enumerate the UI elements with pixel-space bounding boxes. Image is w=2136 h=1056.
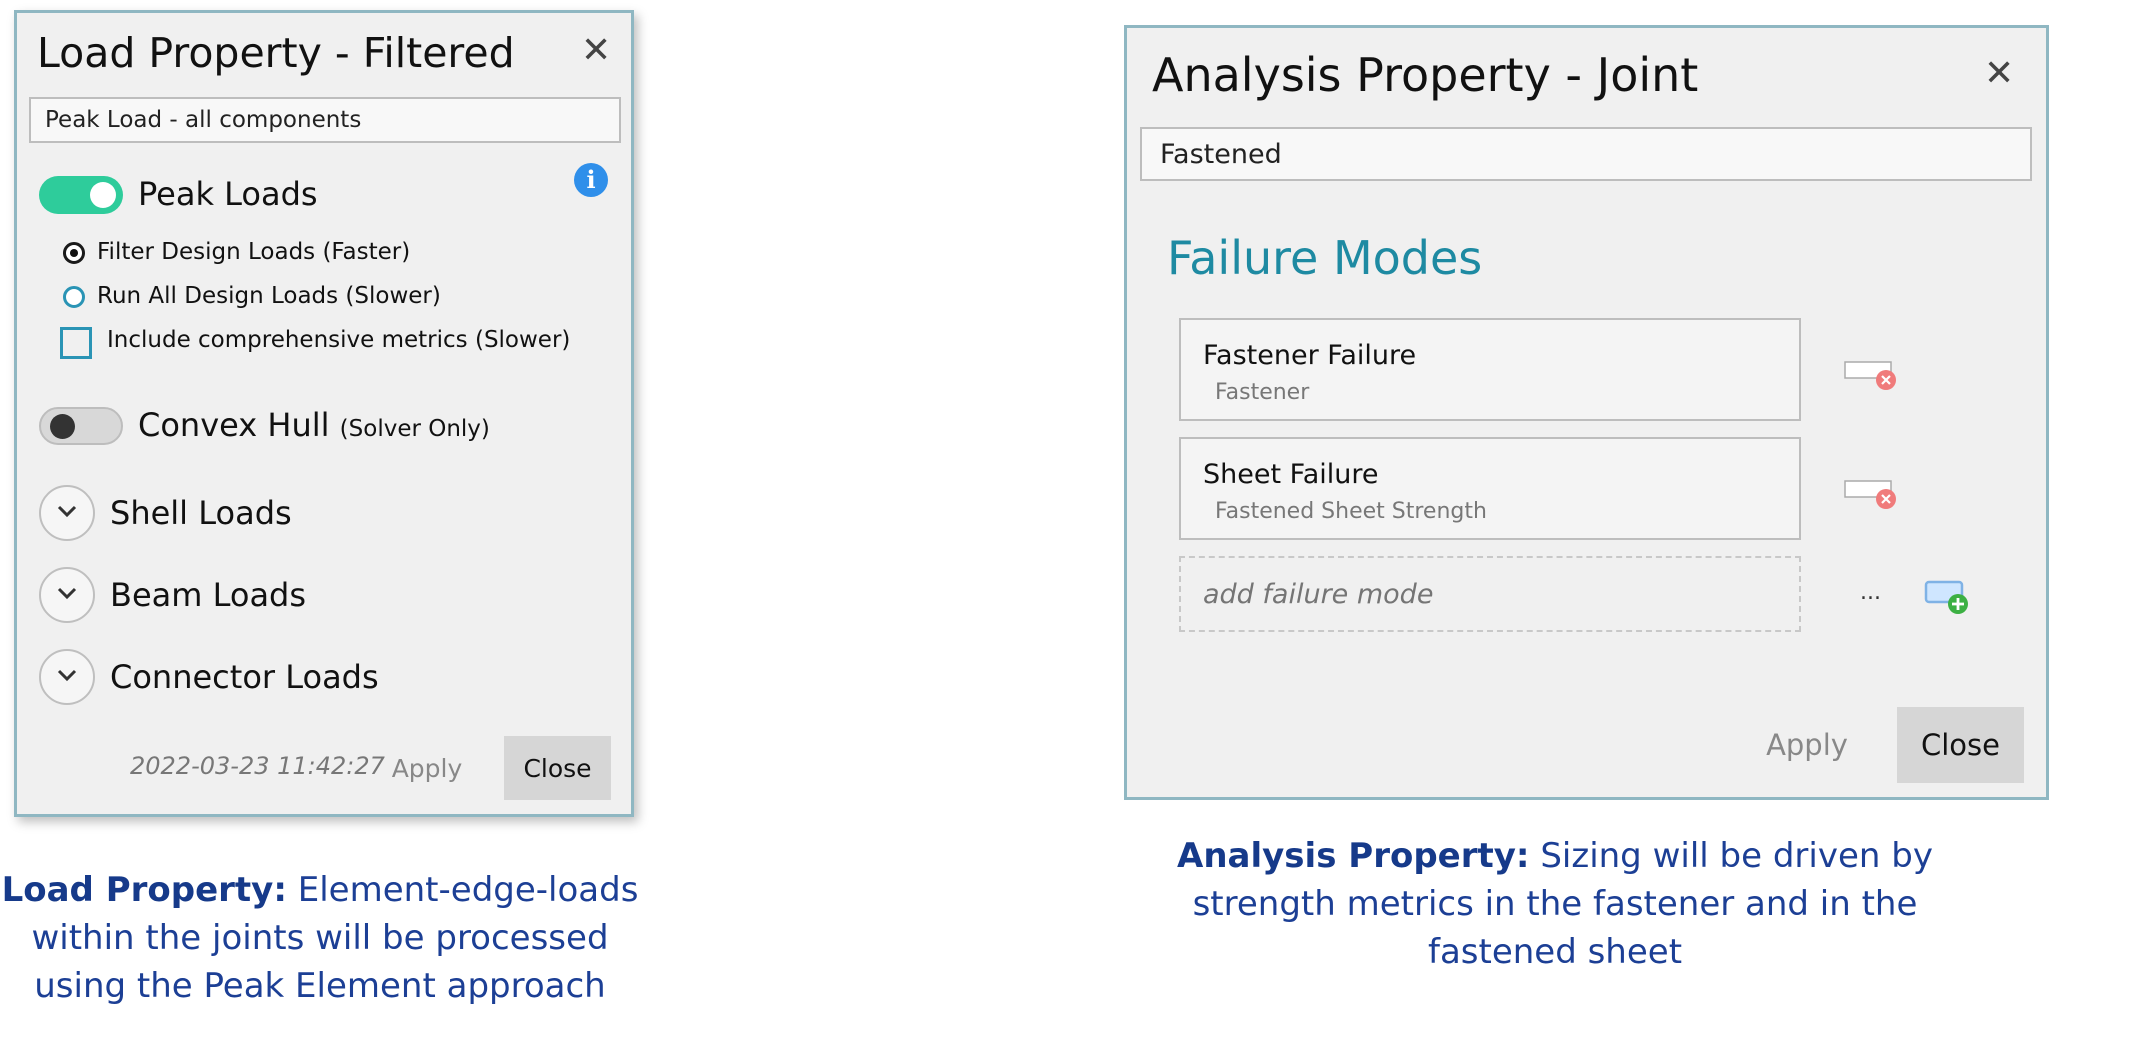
last-modified-timestamp: 2022-03-23 11:42:27 — [130, 752, 385, 780]
convex-hull-note: (Solver Only) — [339, 416, 490, 442]
shell-loads-expander[interactable] — [39, 485, 95, 541]
analysis-property-caption: Analysis Property: Sizing will be driven… — [1140, 832, 1970, 976]
peak-loads-toggle[interactable] — [39, 176, 123, 214]
peak-loads-label: Peak Loads — [138, 175, 318, 213]
failure-mode-name: Fastener Failure — [1203, 340, 1417, 371]
failure-mode-detail: Fastener — [1215, 380, 1310, 405]
close-button[interactable]: Close — [1897, 707, 2024, 783]
convex-hull-label: Convex Hull (Solver Only) — [138, 406, 490, 444]
section-label-beam-loads: Beam Loads — [110, 576, 307, 614]
remove-failure-mode-icon[interactable] — [1843, 358, 1899, 392]
load-property-dialog: Load Property - Filtered ✕ Peak Loads i … — [14, 10, 634, 817]
load-property-caption: Load Property: Element-edge-loads within… — [0, 866, 640, 1010]
browse-ellipsis-button[interactable]: ... — [1860, 580, 1881, 605]
add-failure-mode-icon[interactable] — [1923, 578, 1971, 616]
failure-mode-detail: Fastened Sheet Strength — [1215, 499, 1487, 524]
beam-loads-expander[interactable] — [39, 567, 95, 623]
dialog-title: Load Property - Filtered — [37, 29, 515, 77]
chevron-down-icon — [57, 587, 77, 600]
section-label-shell-loads: Shell Loads — [110, 494, 292, 532]
connector-loads-expander[interactable] — [39, 649, 95, 705]
property-name-field[interactable] — [1140, 127, 2032, 181]
add-failure-mode-field[interactable] — [1179, 556, 1801, 632]
failure-mode-name: Sheet Failure — [1203, 459, 1379, 490]
property-name-field[interactable] — [29, 97, 621, 143]
remove-failure-mode-icon[interactable] — [1843, 477, 1899, 511]
convex-hull-text: Convex Hull — [138, 406, 330, 444]
radio-run-all-design-loads[interactable] — [63, 286, 85, 308]
comprehensive-metrics-checkbox[interactable] — [60, 327, 92, 359]
radio-filter-design-loads[interactable] — [63, 242, 85, 264]
failure-mode-item[interactable]: Sheet Failure Fastened Sheet Strength — [1179, 437, 1801, 540]
failure-mode-item[interactable]: Fastener Failure Fastener — [1179, 318, 1801, 421]
caption-heading: Analysis Property: — [1177, 836, 1530, 876]
failure-modes-heading: Failure Modes — [1167, 231, 1483, 285]
radio-label: Filter Design Loads (Faster) — [97, 239, 411, 265]
radio-label: Run All Design Loads (Slower) — [97, 283, 441, 309]
caption-heading: Load Property: — [1, 870, 287, 910]
close-button[interactable]: Close — [504, 736, 611, 800]
apply-button[interactable]: Apply — [375, 736, 479, 800]
chevron-down-icon — [57, 505, 77, 518]
checkbox-label: Include comprehensive metrics (Slower) — [107, 327, 571, 353]
close-icon[interactable]: ✕ — [581, 33, 611, 69]
section-label-connector-loads: Connector Loads — [110, 658, 379, 696]
info-icon[interactable]: i — [574, 163, 608, 197]
convex-hull-toggle[interactable] — [39, 407, 123, 445]
chevron-down-icon — [57, 669, 77, 682]
analysis-property-dialog: Analysis Property - Joint ✕ Failure Mode… — [1124, 25, 2049, 800]
dialog-title: Analysis Property - Joint — [1152, 48, 1699, 102]
close-icon[interactable]: ✕ — [1984, 56, 2014, 92]
apply-button[interactable]: Apply — [1737, 707, 1877, 783]
